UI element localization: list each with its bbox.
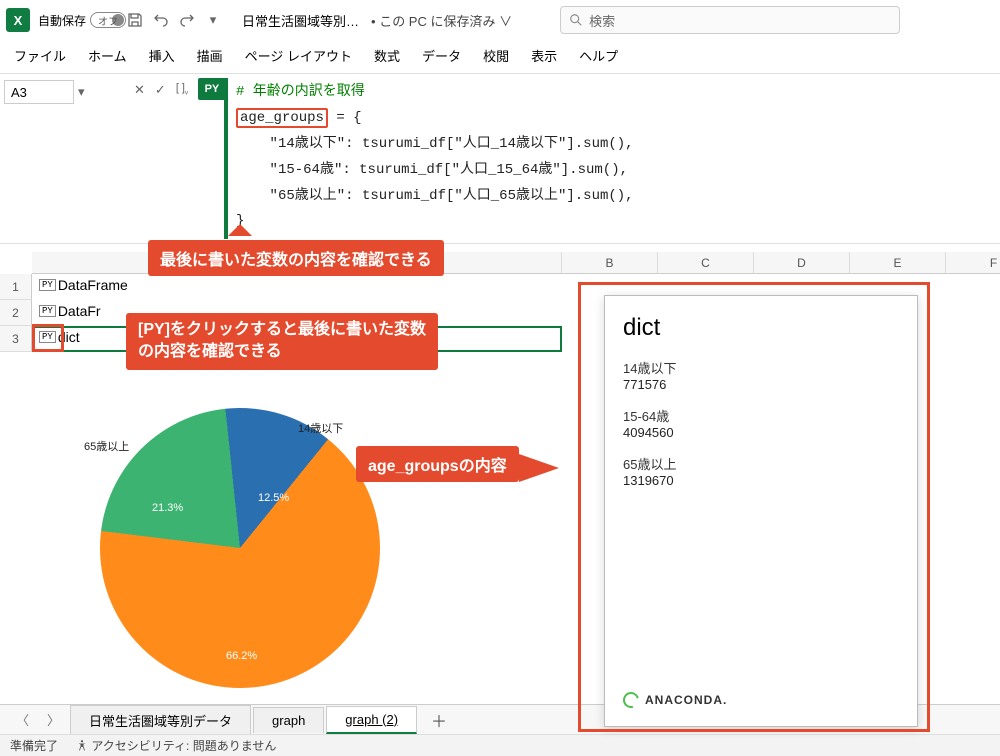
- status-ready: 準備完了: [10, 737, 58, 754]
- python-mode-icon[interactable]: [ ]ᵥ: [176, 82, 188, 96]
- col-header-f[interactable]: F: [946, 252, 1000, 274]
- sheet-tab-0[interactable]: 日常生活圏域等別データ: [70, 705, 251, 735]
- tab-view[interactable]: 表示: [531, 46, 557, 65]
- python-result-popup: dict 14歳以下 771576 15-64歳 4094560 65歳以上 1…: [604, 295, 918, 727]
- sheet-tab-2[interactable]: graph (2): [326, 706, 417, 734]
- search-box[interactable]: 検索: [560, 6, 900, 34]
- highlighted-variable: age_groups: [236, 108, 328, 128]
- row-header-1[interactable]: 1: [0, 274, 32, 300]
- qat-dropdown-icon[interactable]: ▾: [204, 11, 222, 29]
- col-header-e[interactable]: E: [850, 252, 946, 274]
- toggle-switch[interactable]: [90, 12, 126, 28]
- sheet-prev-icon[interactable]: 〈: [8, 710, 37, 729]
- tab-help[interactable]: ヘルプ: [579, 46, 618, 65]
- tab-review[interactable]: 校閲: [483, 46, 509, 65]
- pie-chart: 14歳以下 65歳以上 12.5% 66.2% 21.3%: [60, 378, 420, 708]
- file-name: 日常生活圏域等別…: [242, 11, 359, 30]
- pie-label-2: 65歳以上: [84, 438, 129, 454]
- pie-pct-3: 21.3%: [152, 502, 183, 514]
- py-badge-icon[interactable]: PY: [39, 279, 56, 291]
- tab-insert[interactable]: 挿入: [149, 46, 175, 65]
- dict-row: 14歳以下 771576: [623, 358, 899, 392]
- name-box[interactable]: [4, 80, 74, 104]
- saved-status[interactable]: • この PC に保存済み ∨: [371, 11, 512, 30]
- tab-data[interactable]: データ: [422, 46, 461, 65]
- sheet-next-icon[interactable]: 〉: [39, 710, 68, 729]
- pie-label-1: 14歳以下: [298, 420, 343, 436]
- title-bar: X 自動保存 オフ ▾ 日常生活圏域等別… • この PC に保存済み ∨ 検索: [0, 0, 1000, 40]
- row-headers: 1 2 3: [0, 274, 32, 352]
- add-sheet-button[interactable]: ＋: [419, 708, 459, 732]
- save-icon[interactable]: [126, 11, 144, 29]
- tab-formulas[interactable]: 数式: [374, 46, 400, 65]
- popup-title: dict: [623, 314, 899, 342]
- python-badge: PY: [198, 78, 226, 100]
- callout-last-variable: 最後に書いた変数の内容を確認できる: [148, 240, 444, 276]
- pie-pct-2: 66.2%: [226, 650, 257, 662]
- py-badge-icon[interactable]: PY: [39, 305, 56, 317]
- accessibility-icon: [76, 739, 88, 751]
- redo-icon[interactable]: [178, 11, 196, 29]
- enter-icon[interactable]: ✓: [155, 82, 166, 98]
- cell-a1[interactable]: PY DataFrame: [34, 274, 133, 296]
- callout-py-click: [PY]をクリックすると最後に書いた変数 の内容を確認できる: [126, 313, 438, 370]
- row-header-2[interactable]: 2: [0, 300, 32, 326]
- pie-pct-1: 12.5%: [258, 492, 289, 504]
- dict-row: 15-64歳 4094560: [623, 406, 899, 440]
- search-placeholder: 検索: [589, 11, 615, 30]
- tab-draw[interactable]: 描画: [197, 46, 223, 65]
- cell-a2[interactable]: PY DataFr: [34, 300, 106, 322]
- tab-pagelayout[interactable]: ページ レイアウト: [245, 46, 352, 65]
- tab-file[interactable]: ファイル: [14, 46, 66, 65]
- excel-logo: X: [6, 8, 30, 32]
- tab-home[interactable]: ホーム: [88, 46, 127, 65]
- cancel-icon[interactable]: ✕: [134, 82, 145, 98]
- python-code-editor[interactable]: # 年齢の内訳を取得 age_groups = { "14歳以下": tsuru…: [228, 74, 1000, 243]
- anaconda-icon: [620, 689, 642, 711]
- cell-a3[interactable]: PY dict: [34, 326, 85, 348]
- col-header-d[interactable]: D: [754, 252, 850, 274]
- col-header-b[interactable]: B: [562, 252, 658, 274]
- dict-row: 65歳以上 1319670: [623, 454, 899, 488]
- code-gutter: [224, 78, 228, 239]
- formula-bar-row: ▾ ✕ ✓ [ ]ᵥ PY # 年齢の内訳を取得 age_groups = { …: [0, 74, 1000, 244]
- autosave-toggle[interactable]: 自動保存 オフ: [38, 12, 118, 29]
- py-badge-icon[interactable]: PY: [39, 331, 56, 343]
- ribbon-tabs: ファイル ホーム 挿入 描画 ページ レイアウト 数式 データ 校閲 表示 ヘル…: [0, 40, 1000, 74]
- callout-age-groups: age_groupsの内容: [356, 446, 519, 482]
- search-icon: [569, 13, 583, 27]
- undo-icon[interactable]: [152, 11, 170, 29]
- status-accessibility[interactable]: アクセシビリティ: 問題ありません: [76, 737, 276, 754]
- row-header-3[interactable]: 3: [0, 326, 32, 352]
- anaconda-brand: ANACONDA.: [623, 692, 899, 708]
- col-header-c[interactable]: C: [658, 252, 754, 274]
- sheet-tab-1[interactable]: graph: [253, 707, 324, 733]
- autosave-label: 自動保存: [38, 12, 86, 29]
- status-bar: 準備完了 アクセシビリティ: 問題ありません: [0, 734, 1000, 756]
- namebox-chevron-icon[interactable]: ▾: [78, 80, 85, 100]
